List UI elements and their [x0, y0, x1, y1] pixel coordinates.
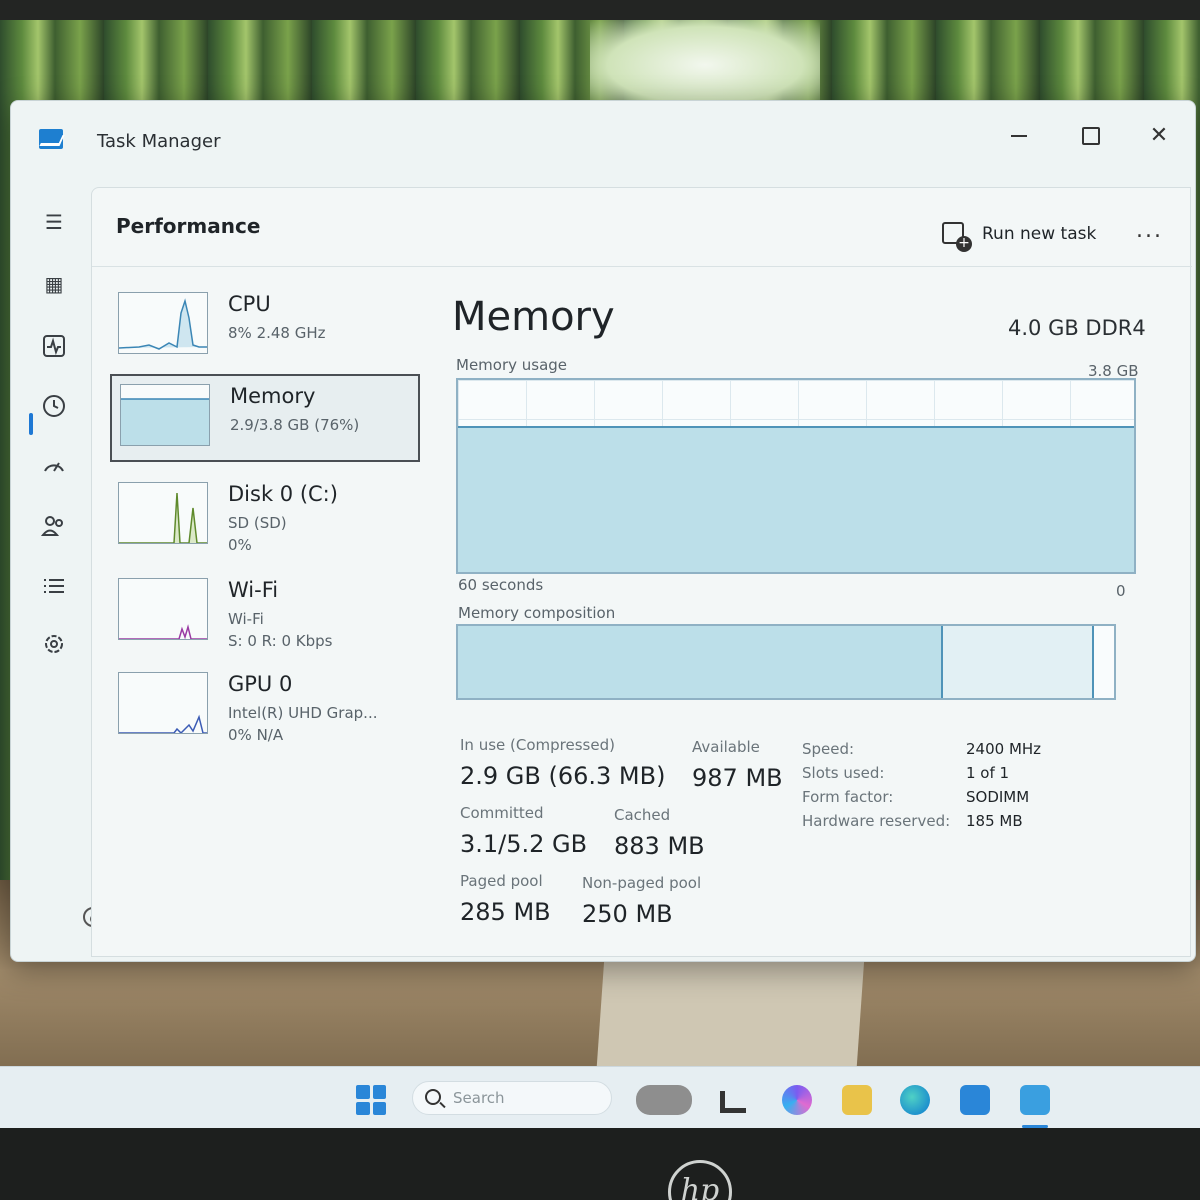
detail-value: 185 MB [966, 812, 1023, 830]
copilot-icon[interactable] [782, 1085, 812, 1115]
task-manager-app-icon [39, 129, 63, 149]
run-task-icon [942, 222, 972, 252]
run-new-task-button[interactable]: Run new task [942, 222, 1097, 252]
minimize-button[interactable] [999, 121, 1039, 151]
in-use-value: 2.9 GB (66.3 MB) [460, 762, 666, 790]
maximize-button[interactable] [1069, 121, 1109, 151]
performance-panel: Performance Run new task ... CPU 8% 2.48… [91, 187, 1192, 957]
page-title: Performance [116, 214, 261, 238]
startup-apps-icon[interactable] [39, 451, 69, 481]
memory-type: 4.0 GB DDR4 [1008, 316, 1146, 340]
game-app-icon[interactable] [636, 1085, 692, 1115]
memory-composition-bar [456, 624, 1116, 700]
search-placeholder: Search [453, 1089, 505, 1107]
wallpaper-sky [590, 20, 820, 110]
resource-name: Wi-Fi [228, 578, 279, 602]
graph-x-right-label: 0 [1116, 582, 1126, 600]
resource-detail: Wi-Fi [228, 610, 264, 628]
screen-bezel-bottom [0, 1128, 1200, 1200]
close-button[interactable]: ✕ [1139, 121, 1179, 151]
detail-value: 1 of 1 [966, 764, 1010, 782]
memory-usage-graph [456, 378, 1136, 574]
resource-detail: Intel(R) UHD Grap... [228, 704, 378, 722]
resource-wifi[interactable]: Wi-Fi Wi-Fi S: 0 R: 0 Kbps [110, 570, 420, 658]
detail-value: 2400 MHz [966, 740, 1042, 758]
memory-title: Memory [452, 294, 615, 340]
wifi-thumbnail-graph [118, 578, 208, 640]
task-manager-window: Task Manager ✕ ☰ ▦ Performance + Run new… [10, 100, 1196, 962]
title-bar[interactable]: Task Manager ✕ [11, 101, 1195, 181]
detail-key: Form factor: [802, 788, 894, 806]
non-paged-pool-value: 250 MB [582, 900, 673, 928]
window-title: Task Manager [97, 131, 221, 152]
search-icon [425, 1089, 441, 1105]
start-button-icon[interactable] [356, 1085, 386, 1115]
committed-label: Committed [460, 804, 544, 822]
edge-browser-icon[interactable] [900, 1085, 930, 1115]
memory-usage-label: Memory usage [456, 356, 568, 374]
performance-icon[interactable] [39, 331, 69, 361]
l-app-icon[interactable] [720, 1091, 746, 1113]
in-use-label: In use (Compressed) [460, 736, 615, 754]
memory-usage-fill [458, 426, 1134, 572]
services-icon[interactable] [39, 629, 69, 659]
wallpaper-path [595, 960, 865, 1080]
task-manager-taskbar-icon[interactable] [1020, 1085, 1050, 1115]
detail-key: Hardware reserved: [802, 812, 951, 830]
file-explorer-icon[interactable] [842, 1085, 872, 1115]
memory-composition-label: Memory composition [458, 604, 616, 622]
resource-gpu[interactable]: GPU 0 Intel(R) UHD Grap... 0% N/A [110, 664, 420, 752]
detail-key: Slots used: [802, 764, 885, 782]
available-label: Available [692, 738, 760, 756]
resource-name: CPU [228, 292, 271, 316]
more-options-button[interactable]: ... [1136, 218, 1163, 243]
hamburger-menu-icon[interactable]: ☰ [39, 207, 69, 237]
resource-cpu[interactable]: CPU 8% 2.48 GHz [110, 284, 420, 372]
taskbar-search[interactable]: Search [412, 1081, 612, 1115]
details-icon[interactable] [39, 571, 69, 601]
resource-detail: 8% 2.48 GHz [228, 324, 326, 342]
store-icon[interactable] [960, 1085, 990, 1115]
memory-thumbnail-graph [120, 384, 210, 446]
selected-indicator [29, 413, 33, 435]
committed-value: 3.1/5.2 GB [460, 830, 588, 858]
detail-key: Speed: [802, 740, 855, 758]
resource-detail-2: 0% [228, 536, 252, 554]
detail-value: SODIMM [966, 788, 1030, 806]
resource-detail-2: S: 0 R: 0 Kbps [228, 632, 333, 650]
paged-pool-label: Paged pool [460, 872, 543, 890]
resource-memory[interactable]: Memory 2.9/3.8 GB (76%) [110, 374, 420, 462]
run-new-task-label: Run new task [982, 224, 1097, 244]
app-history-icon[interactable] [39, 391, 69, 421]
cpu-thumbnail-graph [118, 292, 208, 354]
resource-detail-2: 0% N/A [228, 726, 284, 744]
screen-bezel-top [0, 0, 1200, 20]
resource-detail: SD (SD) [228, 514, 287, 532]
cached-label: Cached [614, 806, 671, 824]
gpu-thumbnail-graph [118, 672, 208, 734]
resource-disk[interactable]: Disk 0 (C:) SD (SD) 0% [110, 474, 420, 562]
taskbar: Search [0, 1066, 1200, 1130]
non-paged-pool-label: Non-paged pool [582, 874, 702, 892]
available-value: 987 MB [692, 764, 783, 792]
header-divider [92, 266, 1192, 267]
resource-name: Memory [230, 384, 316, 408]
nav-rail: ☰ ▦ [11, 181, 103, 951]
disk-thumbnail-graph [118, 482, 208, 544]
cached-value: 883 MB [614, 832, 705, 860]
graph-x-left-label: 60 seconds [458, 576, 544, 594]
composition-in-use-segment [458, 626, 944, 698]
composition-standby-segment [943, 626, 1095, 698]
users-icon[interactable] [39, 511, 69, 541]
resource-detail: 2.9/3.8 GB (76%) [230, 416, 360, 434]
processes-icon[interactable]: ▦ [39, 269, 69, 299]
resource-name: Disk 0 (C:) [228, 482, 338, 506]
resource-name: GPU 0 [228, 672, 293, 696]
paged-pool-value: 285 MB [460, 898, 551, 926]
